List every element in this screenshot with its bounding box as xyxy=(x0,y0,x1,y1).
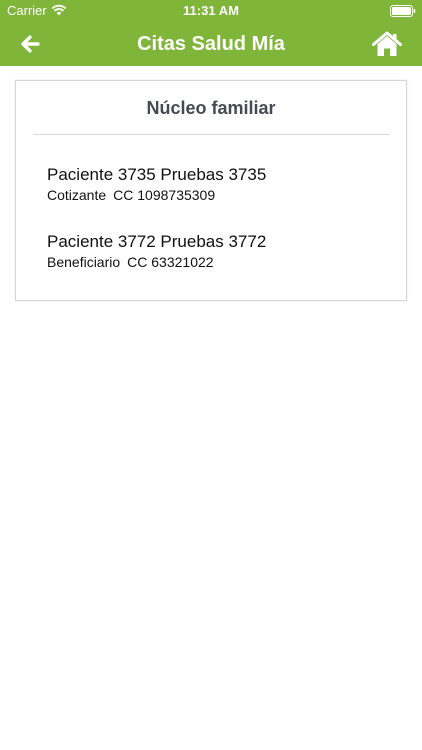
home-button[interactable] xyxy=(366,26,408,62)
family-member-item[interactable]: Paciente 3735 Pruebas 3735 Cotizante CC 1… xyxy=(47,165,386,204)
member-role: Beneficiario xyxy=(47,254,121,270)
family-group-card: Núcleo familiar Paciente 3735 Pruebas 37… xyxy=(15,80,407,301)
member-role: Cotizante xyxy=(47,187,107,203)
clock-time: 11:31 AM xyxy=(183,3,239,18)
member-details: Beneficiario CC 63321022 xyxy=(47,253,386,271)
member-details: Cotizante CC 1098735309 xyxy=(47,186,386,204)
back-button[interactable] xyxy=(10,26,50,62)
card-title: Núcleo familiar xyxy=(146,98,276,118)
member-name: Paciente 3735 Pruebas 3735 xyxy=(47,165,267,184)
family-member-item[interactable]: Paciente 3772 Pruebas 3772 Beneficiario C… xyxy=(47,232,386,271)
page-title: Citas Salud Mía xyxy=(137,32,285,55)
arrow-left-icon xyxy=(21,35,40,53)
member-document: CC 63321022 xyxy=(127,254,214,270)
member-document: CC 1098735309 xyxy=(113,187,216,203)
member-name: Paciente 3772 Pruebas 3772 xyxy=(47,232,267,251)
divider xyxy=(33,134,389,135)
battery-icon xyxy=(390,5,416,17)
home-icon xyxy=(372,31,402,56)
navigation-bar: Citas Salud Mía xyxy=(0,22,422,66)
status-bar: Carrier 11:31 AM xyxy=(0,0,422,22)
